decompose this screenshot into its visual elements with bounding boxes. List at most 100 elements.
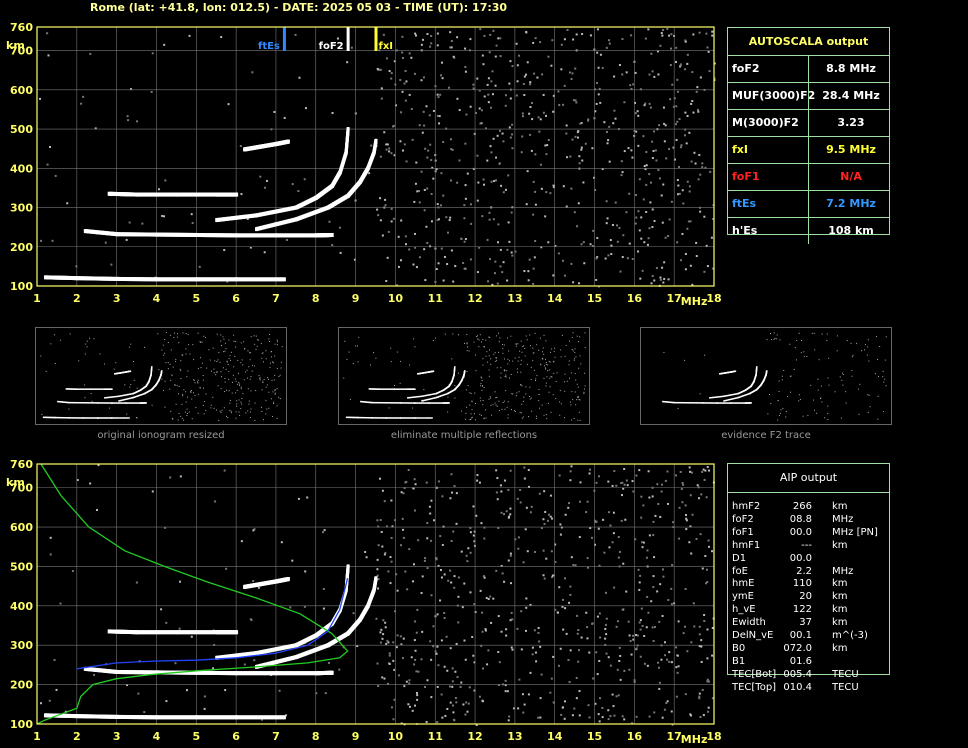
noise-dot bbox=[407, 468, 410, 471]
noise-dot bbox=[390, 499, 393, 502]
autoscala-label: ftEs bbox=[732, 197, 757, 210]
noise-dot bbox=[451, 358, 453, 360]
noise-dot bbox=[323, 529, 326, 532]
noise-dot bbox=[182, 332, 184, 334]
noise-dot bbox=[274, 343, 276, 345]
noise-dot bbox=[451, 680, 454, 683]
noise-dot bbox=[343, 377, 345, 379]
noise-dot bbox=[615, 625, 618, 628]
noise-dot bbox=[421, 575, 424, 578]
noise-dot bbox=[452, 530, 455, 533]
noise-dot bbox=[226, 360, 228, 362]
noise-dot bbox=[555, 398, 557, 400]
noise-dot bbox=[625, 590, 628, 593]
noise-dot bbox=[165, 700, 168, 703]
noise-dot bbox=[414, 483, 417, 486]
noise-dot bbox=[630, 653, 633, 656]
noise-dot bbox=[563, 717, 566, 720]
noise-dot bbox=[490, 358, 492, 360]
noise-dot bbox=[344, 340, 346, 342]
noise-dot bbox=[517, 371, 519, 373]
noise-dot bbox=[569, 377, 571, 379]
x-tick-label: 16 bbox=[627, 730, 643, 743]
noise-dot bbox=[628, 634, 631, 637]
noise-dot bbox=[464, 658, 467, 661]
noise-dot bbox=[49, 536, 52, 539]
noise-dot bbox=[545, 362, 547, 364]
noise-dot bbox=[84, 353, 86, 355]
noise-dot bbox=[254, 343, 256, 345]
noise-dot bbox=[561, 334, 563, 336]
noise-dot bbox=[199, 341, 201, 343]
noise-dot bbox=[562, 628, 565, 631]
noise-dot bbox=[466, 560, 469, 563]
noise-dot bbox=[702, 468, 705, 471]
noise-dot bbox=[681, 481, 684, 484]
noise-dot bbox=[535, 417, 537, 419]
noise-dot bbox=[252, 529, 255, 532]
noise-dot bbox=[479, 385, 481, 387]
noise-dot bbox=[662, 575, 665, 578]
noise-dot bbox=[242, 364, 244, 366]
autoscala-header: AUTOSCALA output bbox=[728, 28, 889, 56]
noise-dot bbox=[676, 654, 679, 657]
noise-dot bbox=[699, 716, 702, 719]
noise-dot bbox=[546, 364, 548, 366]
noise-dot bbox=[542, 347, 544, 349]
noise-dot bbox=[478, 481, 481, 484]
x-tick-label: 1 bbox=[33, 730, 41, 743]
noise-dot bbox=[596, 615, 599, 618]
noise-dot bbox=[451, 491, 454, 494]
noise-dot bbox=[177, 419, 179, 421]
noise-dot bbox=[188, 411, 190, 413]
noise-dot bbox=[526, 550, 529, 553]
noise-dot bbox=[357, 361, 359, 363]
noise-dot bbox=[95, 508, 98, 511]
noise-dot bbox=[570, 419, 572, 421]
noise-dot bbox=[611, 484, 614, 487]
noise-dot bbox=[652, 585, 655, 588]
autoscala-value: 3.23 bbox=[837, 116, 865, 129]
noise-dot bbox=[480, 400, 482, 402]
noise-dot bbox=[654, 514, 657, 517]
noise-dot bbox=[576, 335, 578, 337]
noise-dot bbox=[304, 570, 307, 573]
noise-dot bbox=[486, 351, 488, 353]
noise-dot bbox=[535, 379, 537, 381]
noise-dot bbox=[388, 407, 390, 409]
noise-dot bbox=[507, 516, 510, 519]
noise-dot bbox=[130, 384, 132, 386]
noise-dot bbox=[502, 402, 504, 404]
noise-dot bbox=[376, 662, 379, 665]
noise-dot bbox=[530, 366, 532, 368]
noise-dot bbox=[534, 651, 537, 654]
noise-dot bbox=[468, 686, 471, 689]
noise-dot bbox=[622, 487, 625, 490]
noise-dot bbox=[417, 670, 420, 673]
noise-dot bbox=[209, 359, 211, 361]
noise-dot bbox=[690, 714, 693, 717]
noise-dot bbox=[652, 520, 655, 523]
noise-dot bbox=[60, 339, 62, 341]
noise-dot bbox=[49, 553, 52, 556]
noise-dot bbox=[390, 536, 393, 539]
noise-dot bbox=[529, 511, 532, 514]
noise-dot bbox=[474, 402, 476, 404]
noise-dot bbox=[504, 679, 507, 682]
noise-dot bbox=[465, 418, 467, 420]
noise-dot bbox=[240, 540, 243, 543]
noise-dot bbox=[501, 408, 503, 410]
noise-dot bbox=[190, 635, 193, 638]
noise-dot bbox=[202, 379, 204, 381]
noise-dot bbox=[280, 367, 282, 369]
noise-dot bbox=[511, 648, 514, 651]
noise-dot bbox=[135, 581, 138, 584]
noise-dot bbox=[245, 412, 247, 414]
noise-dot bbox=[505, 628, 508, 631]
noise-dot bbox=[271, 356, 273, 358]
noise-dot bbox=[543, 353, 545, 355]
noise-dot bbox=[576, 383, 578, 385]
noise-dot bbox=[578, 536, 581, 539]
y-tick-label: 100 bbox=[10, 718, 33, 731]
noise-dot bbox=[452, 711, 455, 714]
